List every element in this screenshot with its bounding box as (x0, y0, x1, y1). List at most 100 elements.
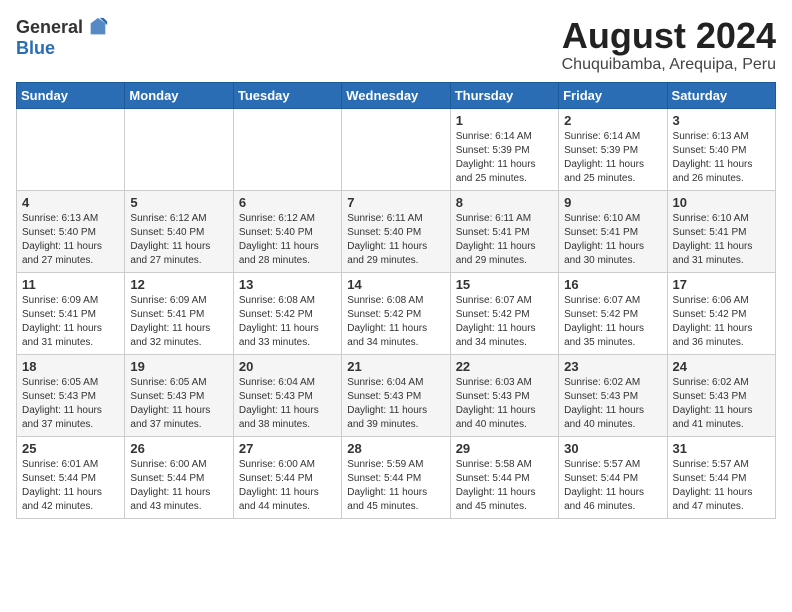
day-info: Sunrise: 6:11 AM Sunset: 5:41 PM Dayligh… (456, 212, 553, 268)
day-info: Sunrise: 6:08 AM Sunset: 5:42 PM Dayligh… (239, 294, 336, 350)
day-info: Sunrise: 6:14 AM Sunset: 5:39 PM Dayligh… (456, 130, 553, 186)
calendar-week-4: 18 Sunrise: 6:05 AM Sunset: 5:43 PM Dayli… (17, 354, 776, 436)
calendar-week-1: 1Sunrise: 6:14 AM Sunset: 5:39 PM Daylig… (17, 108, 776, 190)
day-info: Sunrise: 6:00 AM Sunset: 5:44 PM Dayligh… (130, 458, 227, 514)
day-info: Sunrise: 6:13 AM Sunset: 5:40 PM Dayligh… (22, 212, 119, 268)
weekday-header-saturday: Saturday (667, 82, 775, 108)
weekday-header-monday: Monday (125, 82, 233, 108)
calendar-week-2: 4 Sunrise: 6:13 AM Sunset: 5:40 PM Daylig… (17, 190, 776, 272)
calendar-cell-5-6: 30 Sunrise: 5:57 AM Sunset: 5:44 PM Dayli… (559, 436, 667, 518)
day-number: 17 (673, 277, 770, 292)
day-number: 13 (239, 277, 336, 292)
day-number: 21 (347, 359, 444, 374)
day-info: Sunrise: 6:09 AM Sunset: 5:41 PM Dayligh… (22, 294, 119, 350)
calendar-cell-1-1 (17, 108, 125, 190)
day-info: Sunrise: 6:05 AM Sunset: 5:43 PM Dayligh… (22, 376, 119, 432)
day-number: 18 (22, 359, 119, 374)
calendar-cell-4-6: 23 Sunrise: 6:02 AM Sunset: 5:43 PM Dayli… (559, 354, 667, 436)
calendar-cell-3-7: 17 Sunrise: 6:06 AM Sunset: 5:42 PM Dayli… (667, 272, 775, 354)
weekday-header-thursday: Thursday (450, 82, 558, 108)
day-number: 30 (564, 441, 661, 456)
weekday-header-friday: Friday (559, 82, 667, 108)
day-number: 25 (22, 441, 119, 456)
day-number: 7 (347, 195, 444, 210)
day-info: Sunrise: 5:59 AM Sunset: 5:44 PM Dayligh… (347, 458, 444, 514)
day-info: Sunrise: 6:08 AM Sunset: 5:42 PM Dayligh… (347, 294, 444, 350)
calendar-cell-1-7: 3Sunrise: 6:13 AM Sunset: 5:40 PM Daylig… (667, 108, 775, 190)
day-number: 23 (564, 359, 661, 374)
day-number: 19 (130, 359, 227, 374)
calendar-cell-5-4: 28 Sunrise: 5:59 AM Sunset: 5:44 PM Dayli… (342, 436, 450, 518)
day-info: Sunrise: 6:11 AM Sunset: 5:40 PM Dayligh… (347, 212, 444, 268)
calendar-cell-4-5: 22 Sunrise: 6:03 AM Sunset: 5:43 PM Dayli… (450, 354, 558, 436)
calendar-cell-3-4: 14Sunrise: 6:08 AM Sunset: 5:42 PM Dayli… (342, 272, 450, 354)
day-info: Sunrise: 6:14 AM Sunset: 5:39 PM Dayligh… (564, 130, 661, 186)
day-number: 28 (347, 441, 444, 456)
day-info: Sunrise: 5:57 AM Sunset: 5:44 PM Dayligh… (564, 458, 661, 514)
day-info: Sunrise: 5:58 AM Sunset: 5:44 PM Dayligh… (456, 458, 553, 514)
weekday-row: SundayMondayTuesdayWednesdayThursdayFrid… (17, 82, 776, 108)
day-number: 9 (564, 195, 661, 210)
calendar-cell-2-7: 10Sunrise: 6:10 AM Sunset: 5:41 PM Dayli… (667, 190, 775, 272)
calendar-cell-3-2: 12 Sunrise: 6:09 AM Sunset: 5:41 PM Dayli… (125, 272, 233, 354)
day-info: Sunrise: 6:02 AM Sunset: 5:43 PM Dayligh… (673, 376, 770, 432)
day-number: 3 (673, 113, 770, 128)
day-info: Sunrise: 6:04 AM Sunset: 5:43 PM Dayligh… (347, 376, 444, 432)
day-number: 29 (456, 441, 553, 456)
day-number: 8 (456, 195, 553, 210)
weekday-header-tuesday: Tuesday (233, 82, 341, 108)
calendar-cell-4-1: 18 Sunrise: 6:05 AM Sunset: 5:43 PM Dayli… (17, 354, 125, 436)
day-info: Sunrise: 6:12 AM Sunset: 5:40 PM Dayligh… (239, 212, 336, 268)
calendar-cell-3-1: 11 Sunrise: 6:09 AM Sunset: 5:41 PM Dayli… (17, 272, 125, 354)
logo-icon (87, 16, 109, 38)
day-info: Sunrise: 6:10 AM Sunset: 5:41 PM Dayligh… (564, 212, 661, 268)
day-number: 24 (673, 359, 770, 374)
day-number: 15 (456, 277, 553, 292)
calendar-subtitle: Chuquibamba, Arequipa, Peru (562, 56, 776, 74)
calendar-table: SundayMondayTuesdayWednesdayThursdayFrid… (16, 82, 776, 519)
day-number: 4 (22, 195, 119, 210)
day-number: 22 (456, 359, 553, 374)
weekday-header-sunday: Sunday (17, 82, 125, 108)
logo-general: General (16, 17, 83, 38)
day-info: Sunrise: 6:06 AM Sunset: 5:42 PM Dayligh… (673, 294, 770, 350)
calendar-cell-1-5: 1Sunrise: 6:14 AM Sunset: 5:39 PM Daylig… (450, 108, 558, 190)
day-number: 20 (239, 359, 336, 374)
day-info: Sunrise: 6:02 AM Sunset: 5:43 PM Dayligh… (564, 376, 661, 432)
calendar-cell-4-3: 20 Sunrise: 6:04 AM Sunset: 5:43 PM Dayli… (233, 354, 341, 436)
calendar-title: August 2024 (562, 16, 776, 56)
calendar-cell-4-4: 21 Sunrise: 6:04 AM Sunset: 5:43 PM Dayli… (342, 354, 450, 436)
day-info: Sunrise: 5:57 AM Sunset: 5:44 PM Dayligh… (673, 458, 770, 514)
calendar-header: SundayMondayTuesdayWednesdayThursdayFrid… (17, 82, 776, 108)
calendar-cell-5-7: 31 Sunrise: 5:57 AM Sunset: 5:44 PM Dayli… (667, 436, 775, 518)
day-number: 6 (239, 195, 336, 210)
calendar-cell-5-2: 26 Sunrise: 6:00 AM Sunset: 5:44 PM Dayli… (125, 436, 233, 518)
day-number: 31 (673, 441, 770, 456)
calendar-cell-1-2 (125, 108, 233, 190)
calendar-cell-1-4 (342, 108, 450, 190)
day-info: Sunrise: 6:05 AM Sunset: 5:43 PM Dayligh… (130, 376, 227, 432)
day-number: 26 (130, 441, 227, 456)
day-number: 11 (22, 277, 119, 292)
title-block: August 2024 Chuquibamba, Arequipa, Peru (562, 16, 776, 74)
calendar-week-5: 25 Sunrise: 6:01 AM Sunset: 5:44 PM Dayli… (17, 436, 776, 518)
calendar-cell-5-1: 25 Sunrise: 6:01 AM Sunset: 5:44 PM Dayli… (17, 436, 125, 518)
calendar-cell-3-5: 15Sunrise: 6:07 AM Sunset: 5:42 PM Dayli… (450, 272, 558, 354)
day-info: Sunrise: 6:01 AM Sunset: 5:44 PM Dayligh… (22, 458, 119, 514)
day-info: Sunrise: 6:09 AM Sunset: 5:41 PM Dayligh… (130, 294, 227, 350)
calendar-body: 1Sunrise: 6:14 AM Sunset: 5:39 PM Daylig… (17, 108, 776, 518)
calendar-cell-2-3: 6 Sunrise: 6:12 AM Sunset: 5:40 PM Daylig… (233, 190, 341, 272)
calendar-cell-2-6: 9 Sunrise: 6:10 AM Sunset: 5:41 PM Daylig… (559, 190, 667, 272)
logo: General Blue (16, 16, 109, 59)
page-header: General Blue August 2024 Chuquibamba, Ar… (16, 16, 776, 74)
calendar-cell-2-1: 4 Sunrise: 6:13 AM Sunset: 5:40 PM Daylig… (17, 190, 125, 272)
day-number: 2 (564, 113, 661, 128)
day-info: Sunrise: 6:07 AM Sunset: 5:42 PM Dayligh… (564, 294, 661, 350)
day-info: Sunrise: 6:03 AM Sunset: 5:43 PM Dayligh… (456, 376, 553, 432)
day-number: 27 (239, 441, 336, 456)
calendar-week-3: 11 Sunrise: 6:09 AM Sunset: 5:41 PM Dayli… (17, 272, 776, 354)
day-number: 12 (130, 277, 227, 292)
day-number: 16 (564, 277, 661, 292)
day-info: Sunrise: 6:04 AM Sunset: 5:43 PM Dayligh… (239, 376, 336, 432)
day-info: Sunrise: 6:00 AM Sunset: 5:44 PM Dayligh… (239, 458, 336, 514)
